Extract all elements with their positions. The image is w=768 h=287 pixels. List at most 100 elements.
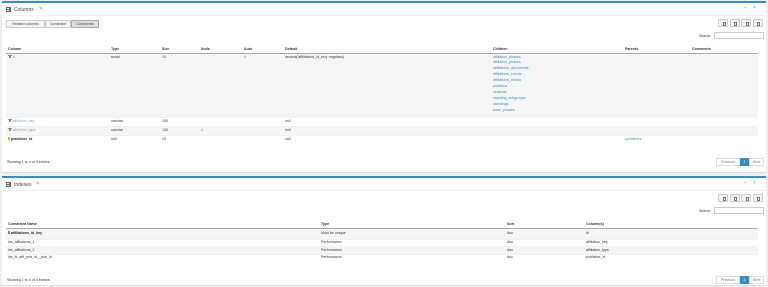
cell-nulls	[199, 134, 242, 145]
column-header-nulls[interactable]: Nulls	[199, 45, 242, 54]
parent-link[interactable]: publishers	[625, 137, 641, 141]
previous-button[interactable]: Previous	[716, 276, 740, 284]
column-name-cell: id	[6, 52, 109, 117]
cell-type: varchar	[109, 116, 160, 126]
index-header-constraint-name[interactable]: Constraint Name	[6, 220, 319, 229]
pencil-icon[interactable]: ✎	[36, 181, 40, 187]
child-link[interactable]: team_phases	[493, 108, 621, 114]
constraint-name: affiliations_id_key	[11, 230, 43, 235]
cell-auto	[242, 116, 283, 126]
page-1-button[interactable]: 1	[740, 276, 749, 284]
cell-size: 10	[160, 134, 199, 145]
search-label: Search:	[699, 209, 712, 213]
column-header-parents[interactable]: Parents	[623, 45, 690, 54]
search-input[interactable]	[714, 32, 764, 39]
column-name: publisher_id	[11, 136, 33, 141]
csv-icon[interactable]	[729, 194, 740, 202]
columns-panel-title: Columns	[14, 7, 34, 13]
constraint-name-cell: affiliations_id_key	[6, 227, 319, 239]
cell-columns: affiliation_key	[584, 238, 758, 247]
table-row: id serial 10 √ nextval('affiliations_id_seq'…	[6, 52, 758, 117]
constraint-name-cell: idx_fk_affi_pub_id__pub_id	[6, 253, 319, 262]
cell-auto	[242, 125, 283, 135]
copy-icon[interactable]	[718, 19, 728, 27]
cell-size: 100	[160, 125, 199, 135]
cell-parents: publishers	[623, 134, 690, 145]
column-name[interactable]: id	[13, 55, 16, 59]
cell-type: int4	[109, 134, 160, 145]
excel-glyph	[745, 197, 749, 201]
pdf-icon[interactable]	[752, 19, 763, 27]
copy-glyph	[722, 197, 726, 201]
copy-icon[interactable]	[718, 194, 728, 202]
cell-nulls	[199, 116, 242, 126]
indexes-pagination: Previous 1 Next	[716, 276, 764, 284]
table-icon	[6, 181, 11, 187]
foreign-key-icon	[8, 54, 12, 59]
index-header-type[interactable]: Type	[319, 220, 505, 229]
excel-icon[interactable]	[741, 194, 751, 202]
indexes-info: Showing 1 to 4 of 4 entries	[7, 278, 50, 282]
copy-glyph	[722, 22, 726, 26]
cell-sort: Asc	[505, 238, 584, 247]
cell-comments	[690, 125, 758, 135]
indexes-table: Constraint Name Type Sort Column(s) affilia…	[6, 220, 758, 262]
column-header-comments[interactable]: Comments	[690, 45, 758, 54]
cell-default: null	[283, 116, 491, 126]
excel-glyph	[745, 22, 749, 26]
cell-children	[491, 125, 623, 135]
index-header-sort[interactable]: Sort	[505, 220, 584, 229]
search-input[interactable]	[714, 207, 764, 214]
column-header-auto[interactable]: Auto	[242, 45, 283, 54]
tab-comments[interactable]: Comments	[71, 20, 99, 28]
column-header-children[interactable]: Children	[491, 45, 623, 54]
cell-default: null	[283, 125, 491, 135]
column-name-cell: affiliation_key	[6, 116, 109, 126]
column-name[interactable]: affiliation_key	[13, 119, 35, 123]
cell-columns: affiliation_type	[584, 246, 758, 254]
cell-default: null	[283, 134, 491, 145]
next-button[interactable]: Next	[749, 276, 764, 284]
pdf-icon[interactable]	[752, 194, 763, 202]
pencil-icon[interactable]: ✎	[39, 6, 43, 12]
minus-icon[interactable]: –	[744, 5, 747, 11]
cell-type: Performance	[319, 238, 505, 247]
columns-panel: Columns ✎ – × Related columns Constraint C…	[2, 1, 766, 173]
constraint-name: idx_affiliations_1	[8, 240, 35, 245]
column-header-default[interactable]: Default	[283, 45, 491, 54]
cell-nulls: √	[199, 125, 242, 135]
cell-columns: id	[584, 227, 758, 239]
cell-sort: Asc	[505, 253, 584, 262]
column-header-type[interactable]: Type	[109, 45, 160, 54]
column-header-size[interactable]: Size	[160, 45, 199, 54]
table-row: idx_affiliations_1 Performance Asc affiliat…	[6, 238, 758, 247]
search-label: Search:	[699, 34, 712, 38]
constraint-name-cell: idx_affiliations_2	[6, 246, 319, 254]
tab-constraint[interactable]: Constraint	[45, 20, 71, 28]
cell-parents	[623, 52, 690, 117]
indexes-panel: Indexes ✎ – × Search: Constraint Name Typ…	[2, 176, 766, 286]
index-header-column-s-[interactable]: Column(s)	[584, 220, 758, 229]
page-1-button[interactable]: 1	[740, 158, 749, 166]
csv-icon[interactable]	[729, 19, 740, 27]
indexes-panel-title: Indexes	[14, 182, 32, 188]
constraint-name: idx_affiliations_2	[8, 247, 35, 252]
next-button[interactable]: Next	[749, 158, 764, 166]
close-icon[interactable]: ×	[753, 5, 756, 11]
cell-children	[491, 116, 623, 126]
cell-type: Must be unique	[319, 227, 505, 239]
table-row: publisher_id int4 10 null publishers	[6, 134, 758, 145]
excel-icon[interactable]	[741, 19, 751, 27]
cell-default: nextval('affiliations_id_seq'::regclass)	[283, 52, 491, 117]
cell-type: Performance	[319, 253, 505, 262]
cell-type: Performance	[319, 246, 505, 254]
tab-related-columns[interactable]: Related columns	[6, 20, 45, 28]
previous-button[interactable]: Previous	[716, 158, 740, 166]
minus-icon[interactable]: –	[744, 180, 747, 186]
column-header-column[interactable]: Column	[6, 45, 109, 54]
indexes-table-header: Constraint Name Type Sort Column(s)	[6, 220, 758, 229]
close-icon[interactable]: ×	[753, 180, 756, 186]
cell-comments	[690, 116, 758, 126]
csv-glyph	[734, 22, 737, 26]
column-name[interactable]: affiliation_type	[13, 128, 36, 132]
